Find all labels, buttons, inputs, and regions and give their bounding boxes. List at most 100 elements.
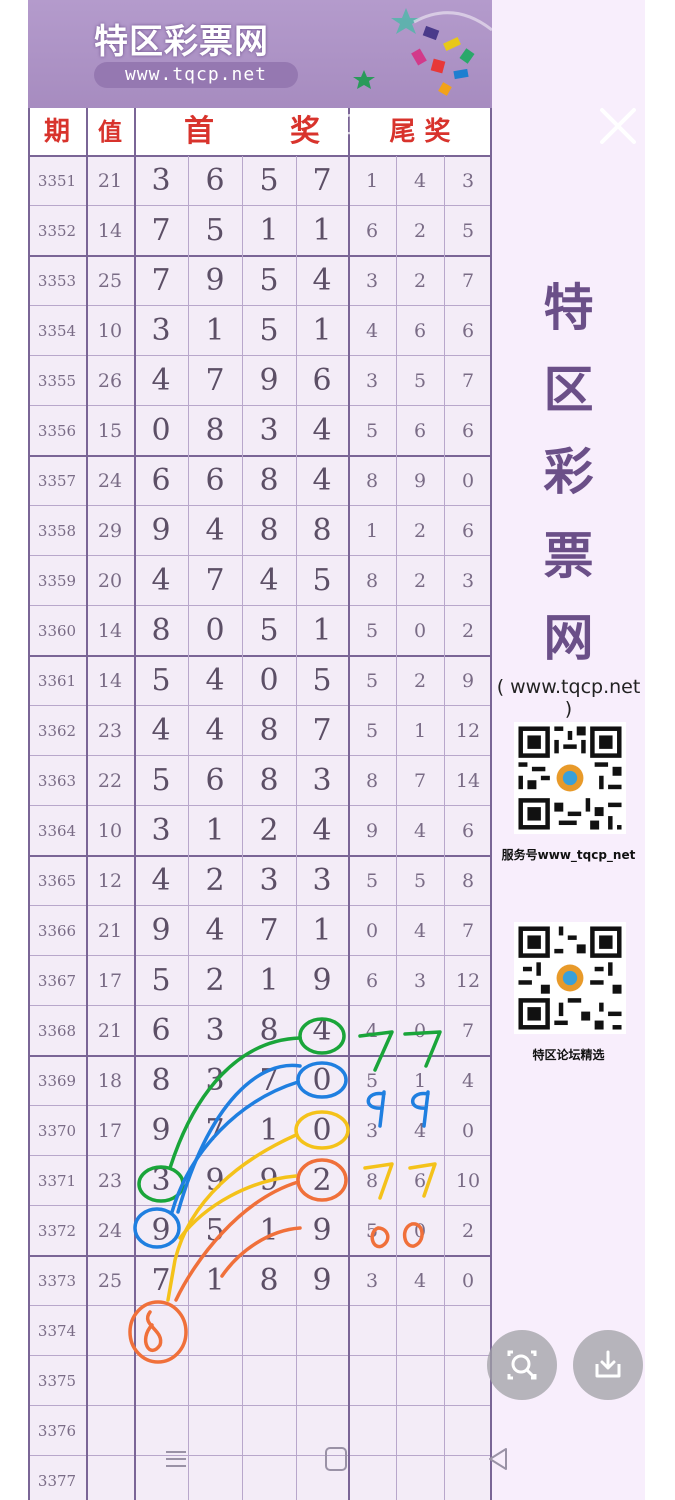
- period-cell: 3355: [37, 372, 77, 390]
- first-prize-digit: 8: [259, 1263, 279, 1298]
- grid-line: [242, 156, 243, 1500]
- tail-prize-digit: 7: [461, 270, 475, 292]
- back-icon[interactable]: [486, 1446, 510, 1472]
- first-prize-digit: 9: [312, 963, 332, 998]
- lottery-table: 期值首奖尾 奖 3351 21 3 6 5 7 1 4 3 3352 14 7 5 1 1 6 2 5 3353 25 7…: [28, 108, 492, 1500]
- first-prize-digit: [242, 1406, 296, 1456]
- tail-prize-digit: 14: [455, 770, 481, 792]
- tail-prize-digit: 6: [461, 820, 475, 842]
- side-char-1: 特: [543, 278, 594, 337]
- recent-apps-icon[interactable]: [164, 1448, 188, 1470]
- first-prize-digit: [188, 1356, 242, 1406]
- tail-prize-digit: 4: [365, 320, 379, 342]
- tail-prize-digit: 2: [461, 620, 475, 642]
- first-prize-digit: 8: [259, 713, 279, 748]
- tail-prize-digit: 5: [365, 870, 379, 892]
- tail-prize-digit: 4: [413, 920, 427, 942]
- first-prize-digit: [242, 1306, 296, 1356]
- tail-prize-digit: 5: [365, 1070, 379, 1092]
- home-icon[interactable]: [324, 1446, 348, 1472]
- period-cell: 3356: [37, 422, 77, 440]
- table-row: 3374: [28, 1306, 492, 1356]
- table-row: 3354 10 3 1 5 1 4 6 6: [28, 306, 492, 356]
- tail-prize-digit: [348, 1456, 396, 1500]
- tail-prize-digit: 0: [413, 1220, 427, 1242]
- first-prize-digit: 4: [312, 813, 332, 848]
- first-prize-digit: 1: [312, 913, 332, 948]
- value-cell: 10: [97, 320, 123, 342]
- grid-line: [28, 1055, 492, 1057]
- table-row: 3361 14 5 4 0 5 5 2 9: [28, 656, 492, 706]
- first-prize-digit: 1: [205, 1263, 225, 1298]
- first-prize-digit: 8: [151, 1063, 171, 1098]
- download-icon: [595, 1350, 621, 1378]
- side-char-2: 区: [543, 360, 594, 419]
- first-prize-digit: 5: [312, 663, 332, 698]
- grid-line: [28, 705, 492, 706]
- value-cell: 14: [97, 670, 123, 692]
- first-prize-digit: 7: [205, 1113, 225, 1148]
- first-prize-digit: 4: [312, 1013, 332, 1048]
- period-cell: 3354: [37, 322, 77, 340]
- grid-line: [28, 1455, 492, 1456]
- tail-prize-digit: 7: [461, 370, 475, 392]
- table-row: 3360 14 8 0 5 1 5 0 2: [28, 606, 492, 656]
- confetti-logo-icon: [353, 8, 492, 96]
- period-cell: 3376: [37, 1422, 77, 1440]
- first-prize-digit: 6: [205, 463, 225, 498]
- value-cell: 12: [97, 870, 123, 892]
- period-cell: 3365: [37, 872, 77, 890]
- first-prize-digit: 3: [205, 1063, 225, 1098]
- first-prize-digit: [296, 1356, 348, 1406]
- value-cell: 21: [97, 170, 123, 192]
- first-prize-digit: 6: [312, 363, 332, 398]
- first-prize-digit: 1: [259, 1113, 279, 1148]
- page-indicator: 1/1: [314, 108, 360, 141]
- first-prize-digit: 8: [259, 763, 279, 798]
- grid-line: [28, 1105, 492, 1106]
- first-prize-digit: 0: [312, 1063, 332, 1098]
- first-prize-digit: 4: [205, 713, 225, 748]
- table-row: 3356 15 0 8 3 4 5 6 6: [28, 406, 492, 456]
- right-margin: [645, 0, 675, 1500]
- period-cell: 3360: [37, 622, 77, 640]
- qr1-caption: 服务号www_tqcp_net: [501, 848, 636, 862]
- tail-prize-digit: 4: [413, 820, 427, 842]
- value-cell: 24: [97, 1220, 123, 1242]
- table-row: 3352 14 7 5 1 1 6 2 5: [28, 206, 492, 256]
- value-cell: 20: [97, 570, 123, 592]
- grid-line: [348, 108, 350, 1500]
- tail-prize-digit: 0: [461, 1120, 475, 1142]
- tail-prize-digit: [348, 1356, 396, 1406]
- first-prize-digit: 9: [151, 1113, 171, 1148]
- grid-line: [28, 905, 492, 906]
- table-row: 3368 21 6 3 8 4 4 0 7: [28, 1006, 492, 1056]
- tail-prize-digit: 3: [413, 970, 427, 992]
- tail-prize-digit: 5: [413, 870, 427, 892]
- grid-line: [188, 156, 189, 1500]
- value-cell: 25: [97, 1270, 123, 1292]
- grid-line: [28, 855, 492, 857]
- close-icon[interactable]: [596, 104, 640, 148]
- tail-prize-digit: 8: [365, 470, 379, 492]
- value-cell: 21: [97, 1020, 123, 1042]
- table-row: 3351 21 3 6 5 7 1 4 3: [28, 156, 492, 206]
- value-cell: 24: [97, 470, 123, 492]
- period-cell: 3367: [37, 972, 77, 990]
- first-prize-digit: 3: [259, 413, 279, 448]
- first-prize-digit: 9: [205, 263, 225, 298]
- first-prize-digit: 3: [151, 813, 171, 848]
- period-cell: 3361: [37, 672, 77, 690]
- tail-prize-digit: 12: [455, 970, 481, 992]
- first-prize-digit: [188, 1306, 242, 1356]
- tail-prize-digit: 4: [461, 1070, 475, 1092]
- table-row: 3353 25 7 9 5 4 3 2 7: [28, 256, 492, 306]
- first-prize-digit: 5: [312, 563, 332, 598]
- download-button[interactable]: [573, 1330, 643, 1400]
- first-prize-digit: 8: [259, 513, 279, 548]
- first-prize-digit: 2: [205, 963, 225, 998]
- tail-prize-digit: 5: [461, 220, 475, 242]
- image-search-button[interactable]: [487, 1330, 557, 1400]
- grid-line: [28, 355, 492, 356]
- value-cell: [86, 1306, 134, 1356]
